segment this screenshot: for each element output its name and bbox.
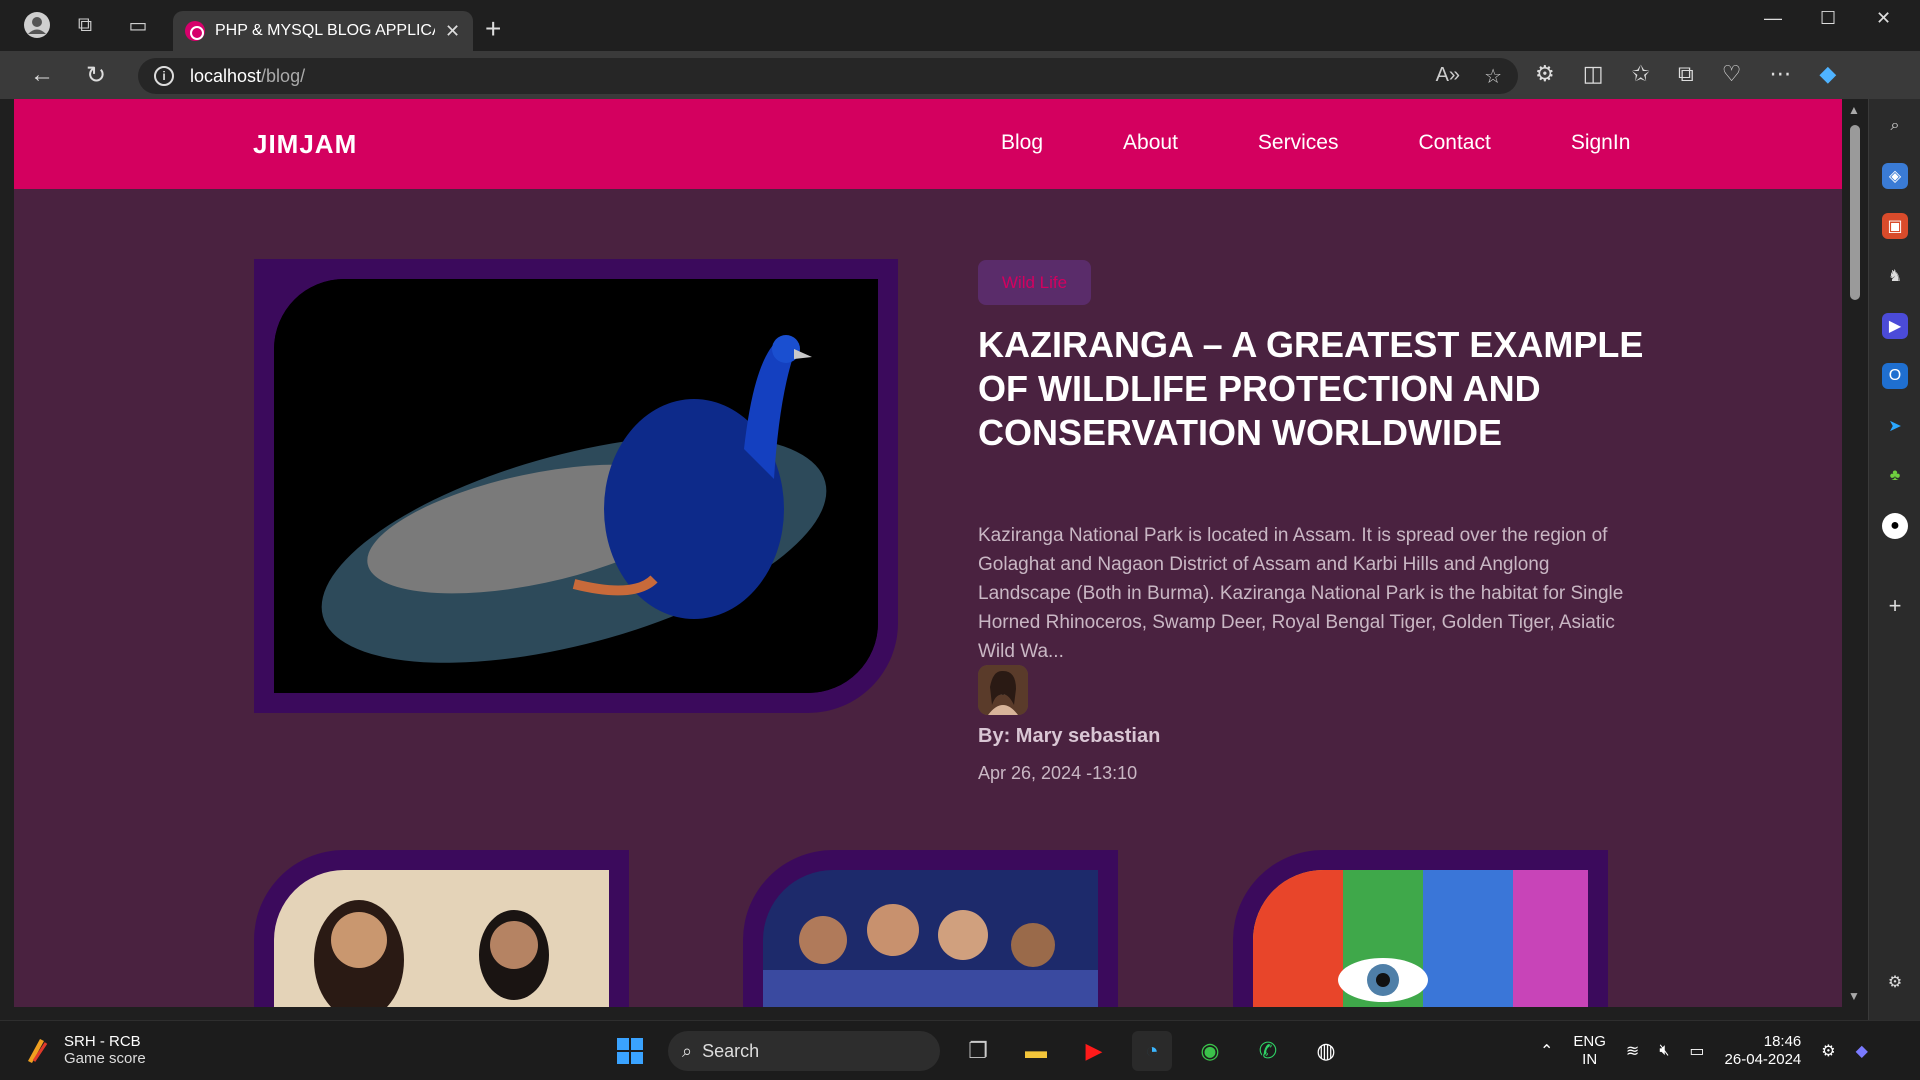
scroll-thumb[interactable]	[1850, 125, 1860, 300]
favorite-star-icon[interactable]: ☆	[1484, 64, 1502, 89]
tab-title: PHP & MYSQL BLOG APPLICATIO	[215, 22, 435, 39]
split-screen-icon[interactable]: ◫	[1583, 61, 1604, 87]
add-sidebar-app-icon[interactable]: +	[1882, 593, 1908, 619]
site-favicon-icon	[185, 21, 205, 41]
send-icon[interactable]: ➤	[1882, 413, 1908, 439]
favorites-icon[interactable]: ✩	[1632, 61, 1650, 87]
nav-link-services[interactable]: Services	[1258, 131, 1339, 155]
browser-essentials-icon[interactable]: ♡	[1722, 61, 1742, 87]
card-image-colors[interactable]	[1253, 870, 1588, 1007]
scroll-down-icon[interactable]: ▼	[1848, 989, 1860, 1003]
windows-taskbar: SRH - RCB Game score ⌕ Search ❐ ▬ ▶ ◔ ◉ …	[0, 1020, 1920, 1080]
cricket-icon	[28, 1039, 48, 1063]
vertical-tabs-icon[interactable]: ▭	[119, 6, 157, 44]
browser-tabbar: ⧉ ▭ PHP & MYSQL BLOG APPLICATIO ✕ + — ☐ …	[0, 0, 1920, 51]
post-date: Apr 26, 2024 -13:10	[978, 763, 1138, 783]
wifi-icon[interactable]: ≋	[1626, 1041, 1639, 1061]
volume-muted-icon[interactable]: 🔇︎	[1659, 1042, 1669, 1060]
shopping-tag-icon[interactable]: ◈	[1882, 163, 1908, 189]
site-header: JIMJAM Blog About Services Contact SignI…	[14, 99, 1842, 189]
edge-sidebar: ⌕ ◈ ▣ ♞ ▶ O ➤ ♣ ● + ⚙	[1868, 99, 1920, 1020]
featured-excerpt: Kaziranga National Park is located in As…	[978, 525, 1624, 662]
games-icon[interactable]: ♞	[1882, 263, 1908, 289]
nav-link-blog[interactable]: Blog	[1001, 131, 1043, 155]
search-icon: ⌕	[682, 1040, 693, 1061]
card-image-movie[interactable]	[274, 870, 609, 1007]
new-tab-icon[interactable]: +	[485, 13, 501, 45]
nav-link-signin[interactable]: SignIn	[1571, 131, 1631, 155]
language-indicator[interactable]: ENG IN	[1573, 1033, 1606, 1069]
edge-icon[interactable]: ◔	[1132, 1031, 1172, 1071]
widget-subtitle: Game score	[64, 1050, 146, 1067]
maximize-icon[interactable]: ☐	[1820, 8, 1836, 29]
page-viewport: JIMJAM Blog About Services Contact SignI…	[14, 99, 1842, 1007]
extensions-icon[interactable]: ⚙	[1535, 61, 1555, 87]
sidebar-search-icon[interactable]: ⌕	[1882, 113, 1908, 139]
back-icon[interactable]: ←	[30, 61, 54, 89]
author-avatar	[978, 665, 1028, 715]
nav-link-about[interactable]: About	[1123, 131, 1178, 155]
collections-icon[interactable]: ⧉	[1678, 61, 1694, 87]
start-button[interactable]	[610, 1031, 650, 1071]
copilot-apps-icon[interactable]: ▶	[1882, 313, 1908, 339]
nav-link-contact[interactable]: Contact	[1418, 131, 1490, 155]
sidebar-settings-icon[interactable]: ⚙	[1882, 969, 1908, 995]
clock[interactable]: 18:46 26-04-2024	[1725, 1033, 1802, 1069]
youtube-icon[interactable]: ▶	[1074, 1031, 1114, 1071]
featured-peacock-image[interactable]	[274, 279, 878, 693]
author-name: By: Mary sebastian	[978, 725, 1161, 747]
notification-icon[interactable]: ⚙	[1821, 1041, 1835, 1061]
close-tab-icon[interactable]: ✕	[445, 21, 460, 42]
site-nav-links: Blog About Services Contact SignIn	[1001, 131, 1710, 155]
taskbar-search[interactable]: ⌕ Search	[668, 1031, 940, 1071]
copilot-taskbar-icon[interactable]: ◆	[1856, 1041, 1868, 1061]
more-menu-icon[interactable]: ⋯	[1769, 61, 1791, 87]
outlook-icon[interactable]: O	[1882, 363, 1908, 389]
url-text: localhost/blog/	[190, 65, 306, 86]
chrome-icon[interactable]: ◉	[1190, 1031, 1230, 1071]
show-hidden-icons-icon[interactable]: ⌃	[1540, 1041, 1553, 1061]
tree-icon[interactable]: ♣	[1882, 463, 1908, 489]
github-icon[interactable]: ●	[1882, 513, 1908, 539]
tab-blog[interactable]: PHP & MYSQL BLOG APPLICATIO ✕	[173, 11, 473, 51]
read-aloud-icon[interactable]: A»	[1436, 64, 1460, 89]
site-info-icon[interactable]: i	[154, 66, 174, 86]
whatsapp-icon[interactable]: ✆	[1248, 1031, 1288, 1071]
profile-icon[interactable]	[18, 6, 56, 44]
site-logo[interactable]: JIMJAM	[253, 129, 357, 160]
minimize-icon[interactable]: —	[1764, 8, 1782, 29]
category-badge[interactable]: Wild Life	[978, 260, 1091, 305]
score-widget[interactable]: SRH - RCB Game score	[22, 1033, 146, 1067]
task-view-icon[interactable]: ❐	[958, 1031, 998, 1071]
copilot-icon[interactable]: ◆	[1819, 61, 1836, 87]
refresh-icon[interactable]: ↻	[86, 61, 106, 90]
widget-title: SRH - RCB	[64, 1033, 141, 1050]
scroll-up-icon[interactable]: ▲	[1848, 103, 1860, 117]
page-scrollbar[interactable]: ▲ ▼	[1842, 99, 1868, 1009]
workspaces-icon[interactable]: ⧉	[66, 6, 104, 44]
github-desktop-icon[interactable]: ◍	[1306, 1031, 1346, 1071]
browser-toolbar: ← ↻ i localhost/blog/ A» ☆ ⚙ ◫ ✩ ⧉ ♡ ⋯ ◆	[0, 51, 1920, 99]
battery-icon[interactable]: ▭	[1689, 1041, 1704, 1061]
file-explorer-icon[interactable]: ▬	[1016, 1031, 1056, 1071]
close-window-icon[interactable]: ✕	[1876, 8, 1891, 29]
address-bar[interactable]: i localhost/blog/ A» ☆	[138, 58, 1518, 94]
featured-headline[interactable]: KAZIRANGA – A GREATEST EXAMPLE OF WILDLI…	[978, 323, 1658, 455]
card-image-avengers[interactable]	[763, 870, 1098, 1007]
tools-icon[interactable]: ▣	[1882, 213, 1908, 239]
